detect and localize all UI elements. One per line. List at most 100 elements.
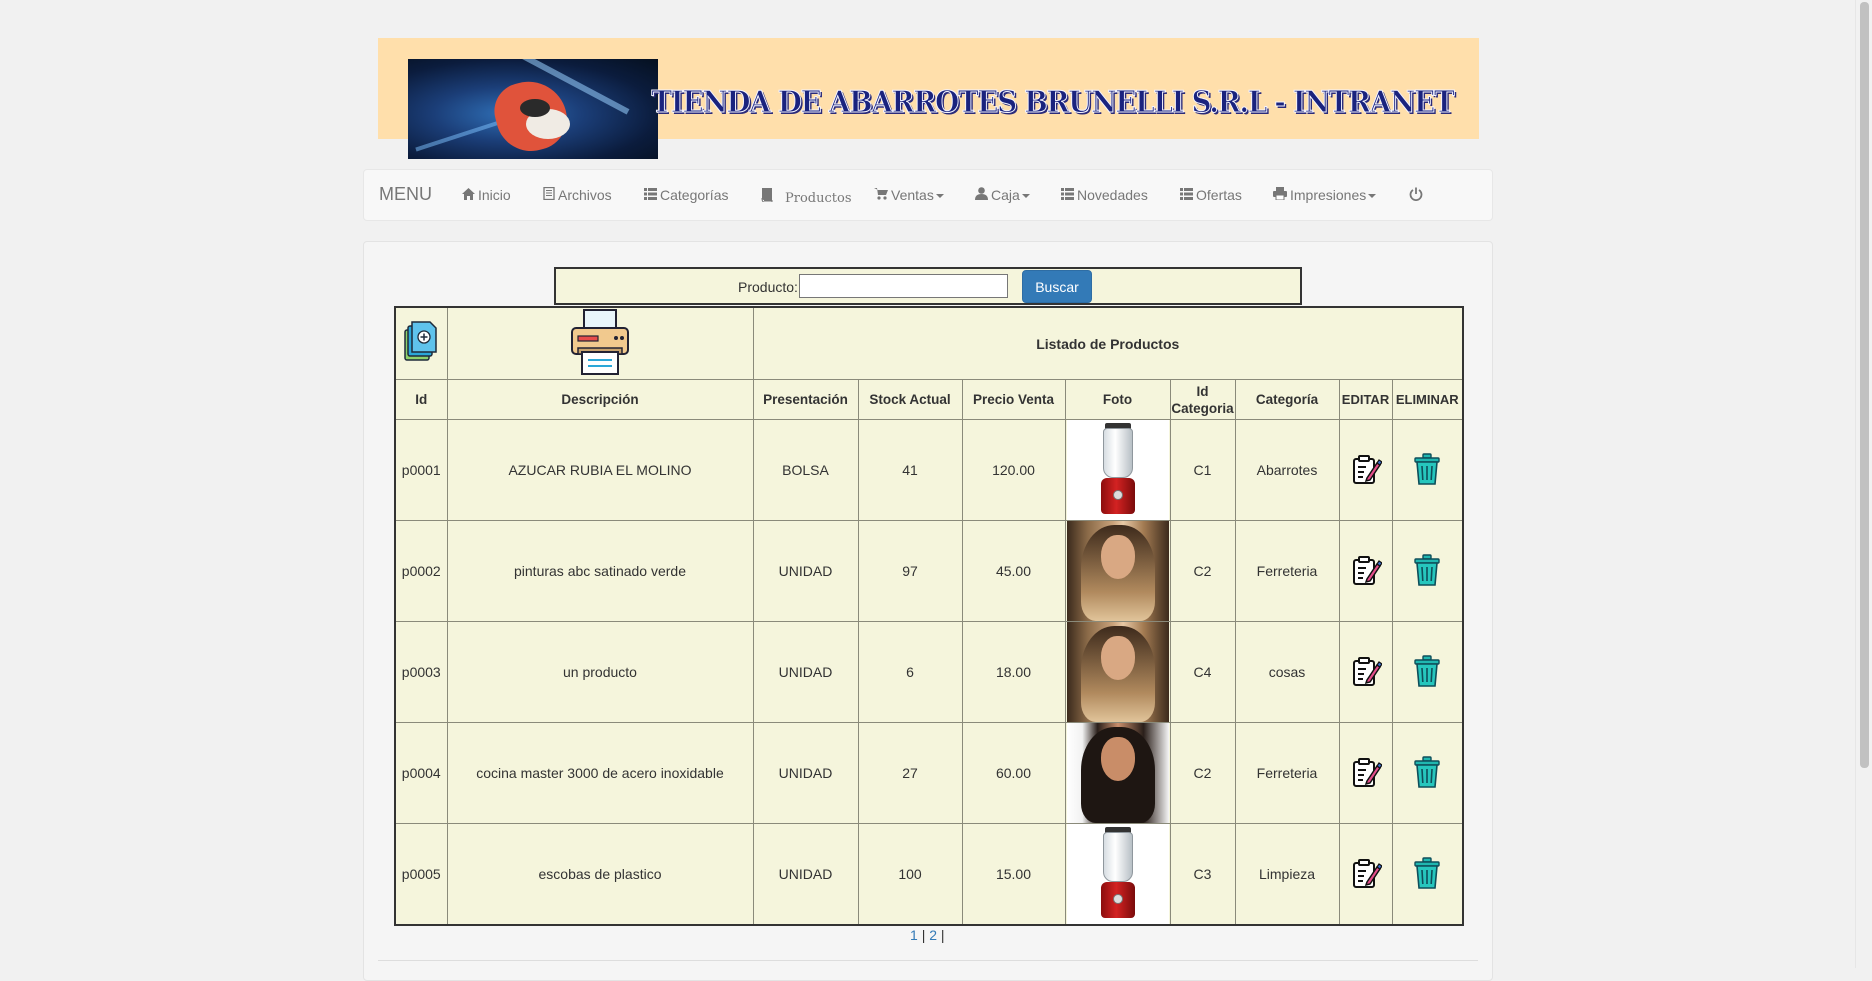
trash-icon[interactable] [1413, 553, 1441, 589]
header-banner: TIENDA DE ABARROTES BRUNELLI S.R.L - INT… [378, 38, 1479, 159]
nav-item-logout[interactable] [1409, 187, 1426, 204]
cell-id-categoria: C4 [1169, 621, 1236, 723]
print-icon [1273, 187, 1287, 203]
cell-foto [1064, 621, 1171, 723]
edit-icon[interactable] [1350, 554, 1383, 589]
product-photo [1066, 622, 1169, 722]
cell-id: p0003 [394, 621, 448, 723]
chevron-down-icon [935, 194, 944, 199]
navbar-brand[interactable]: MENU [379, 184, 432, 205]
nav-item-ventas[interactable]: Ventas [874, 187, 944, 203]
home-icon [462, 188, 475, 203]
nav-item-impresiones[interactable]: Impresiones [1273, 187, 1377, 203]
products-table: Listado de Productos Id Descripción Pres… [394, 306, 1464, 926]
page-link[interactable]: 2 [929, 927, 937, 943]
cell-id-categoria: C3 [1169, 823, 1236, 926]
cell-presentacion: UNIDAD [752, 823, 859, 926]
column-header: Presentación [752, 379, 859, 420]
scrollbar-thumb[interactable] [1860, 2, 1869, 768]
search-form: Producto: Buscar [554, 267, 1302, 305]
navbar: MENU Inicio Archivos Categorías Producto… [363, 169, 1493, 221]
trash-icon[interactable] [1413, 755, 1441, 791]
cell-id-categoria: C2 [1169, 722, 1236, 824]
cell-id: p0002 [394, 520, 448, 622]
cell-presentacion: UNIDAD [752, 520, 859, 622]
product-photo [1066, 420, 1169, 520]
add-product-cell [394, 306, 448, 380]
product-photo [1066, 723, 1169, 823]
nav-item-productos[interactable]: Productos [761, 188, 852, 206]
column-header: EDITAR [1338, 379, 1393, 420]
column-header: Descripción [446, 379, 754, 420]
list-icon [1180, 188, 1193, 203]
nav-label: Ventas [891, 187, 934, 203]
nav-label: Categorías [660, 187, 729, 203]
nav-label: Novedades [1077, 187, 1148, 203]
chevron-down-icon [1368, 194, 1377, 199]
print-cell [446, 306, 754, 380]
table-row: p0004 cocina master 3000 de acero inoxida… [394, 722, 1464, 824]
edit-icon[interactable] [1350, 655, 1383, 690]
cell-eliminar [1391, 621, 1464, 723]
cell-descripcion: cocina master 3000 de acero inoxidable [446, 722, 754, 824]
edit-icon[interactable] [1350, 756, 1383, 791]
cell-foto [1064, 419, 1171, 521]
edit-icon[interactable] [1350, 453, 1383, 488]
nav-label: Inicio [478, 187, 511, 203]
cell-editar [1338, 823, 1393, 926]
cell-foto [1064, 823, 1171, 926]
printer-icon[interactable] [568, 308, 632, 379]
cell-foto [1064, 722, 1171, 824]
nav-item-archivos[interactable]: Archivos [543, 186, 612, 203]
cell-categoria: cosas [1234, 621, 1340, 723]
trash-icon[interactable] [1413, 856, 1441, 892]
page-link[interactable]: 1 [910, 927, 918, 943]
cell-id-categoria: C1 [1169, 419, 1236, 521]
column-header: ELIMINAR [1391, 379, 1464, 420]
cell-id-categoria: C2 [1169, 520, 1236, 622]
cell-stock: 41 [857, 419, 963, 521]
banner-logo-image [408, 59, 658, 159]
cell-stock: 27 [857, 722, 963, 824]
vertical-scrollbar[interactable] [1855, 0, 1872, 968]
list-icon [1061, 188, 1074, 203]
cell-categoria: Ferreteria [1234, 520, 1340, 622]
add-document-icon[interactable] [403, 320, 439, 367]
nav-item-categorias[interactable]: Categorías [644, 187, 728, 203]
page-separator: | [940, 927, 945, 943]
nav-item-novedades[interactable]: Novedades [1061, 187, 1148, 203]
site-title: TIENDA DE ABARROTES BRUNELLI S.R.L - INT… [651, 85, 1455, 121]
cell-categoria: Limpieza [1234, 823, 1340, 926]
cell-precio: 120.00 [961, 419, 1066, 521]
search-input[interactable] [799, 274, 1008, 298]
edit-icon[interactable] [1350, 857, 1383, 892]
cell-editar [1338, 722, 1393, 824]
cell-categoria: Ferreteria [1234, 722, 1340, 824]
nav-label: Archivos [558, 187, 612, 203]
nav-label: Impresiones [1290, 187, 1367, 203]
book-icon [543, 186, 555, 203]
search-button[interactable]: Buscar [1022, 270, 1092, 303]
cell-stock: 100 [857, 823, 963, 926]
nav-item-inicio[interactable]: Inicio [462, 187, 511, 203]
cell-id: p0001 [394, 419, 448, 521]
search-label: Producto: [738, 279, 798, 295]
cell-presentacion: UNIDAD [752, 722, 859, 824]
nav-item-ofertas[interactable]: Ofertas [1180, 187, 1242, 203]
column-header: Id Categoria [1169, 379, 1236, 420]
cell-stock: 6 [857, 621, 963, 723]
cell-categoria: Abarrotes [1234, 419, 1340, 521]
power-icon [1409, 187, 1423, 204]
nav-label: Ofertas [1196, 187, 1242, 203]
cell-descripcion: un producto [446, 621, 754, 723]
cell-presentacion: UNIDAD [752, 621, 859, 723]
cell-editar [1338, 520, 1393, 622]
cell-descripcion: AZUCAR RUBIA EL MOLINO [446, 419, 754, 521]
trash-icon[interactable] [1413, 452, 1441, 488]
cell-eliminar [1391, 823, 1464, 926]
cell-eliminar [1391, 722, 1464, 824]
column-header: Id [394, 379, 448, 420]
trash-icon[interactable] [1413, 654, 1441, 690]
nav-item-caja[interactable]: Caja [975, 187, 1030, 203]
cell-stock: 97 [857, 520, 963, 622]
